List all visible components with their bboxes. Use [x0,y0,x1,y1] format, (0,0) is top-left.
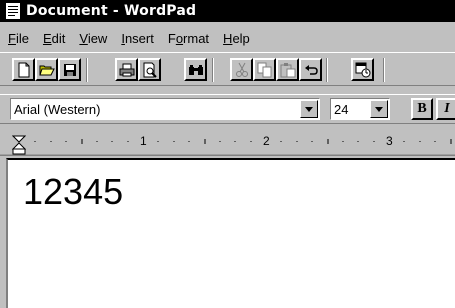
find-button[interactable] [184,58,207,81]
ruler-label-1: 1 [140,134,147,148]
wordpad-window: Document - WordPad File Edit View Insert… [0,0,455,308]
copy-icon [257,62,271,77]
toolbar-separator [212,58,214,82]
toolbar-separator [383,58,385,82]
font-size-value: 24 [334,101,349,117]
undo-button[interactable] [299,58,322,81]
bold-button[interactable]: B [411,98,433,120]
menu-help[interactable]: Help [215,31,256,46]
undo-icon [304,64,318,75]
ruler-label-2: 2 [263,134,270,148]
menu-bar: File Edit View Insert Format Help [0,28,455,48]
save-icon [63,63,76,76]
indent-marker-icon[interactable] [12,130,26,156]
ruler: 1 2 3 [0,130,455,156]
font-name-value: Arial (Western) [14,101,101,117]
font-name-combo[interactable]: Arial (Western) [10,98,320,120]
print-button[interactable] [115,58,138,81]
chevron-down-icon [375,106,383,112]
size-dropdown-button[interactable] [370,100,388,118]
toolbar-separator [86,58,88,82]
title-bar[interactable]: Document - WordPad [0,0,455,22]
font-dropdown-button[interactable] [300,100,318,118]
find-icon [188,64,203,75]
paste-button[interactable] [276,58,299,81]
date-time-icon [355,62,370,77]
document-area[interactable]: 12345 [6,158,455,308]
menu-file[interactable]: File [0,31,35,46]
format-toolbar: Arial (Western) 24 B I [0,94,455,124]
menu-insert[interactable]: Insert [113,31,160,46]
cut-button[interactable] [230,58,253,81]
print-preview-button[interactable] [138,58,161,81]
toolbar-separator [326,58,328,82]
italic-button[interactable]: I [436,98,455,120]
menu-view[interactable]: View [71,31,113,46]
window-title: Document - WordPad [26,3,197,19]
cut-icon [235,62,248,77]
font-size-combo[interactable]: 24 [330,98,390,120]
open-button[interactable] [35,58,58,81]
ruler-label-3: 3 [386,134,393,148]
paste-icon [280,62,295,77]
save-button[interactable] [58,58,81,81]
print-preview-icon [143,62,157,78]
standard-toolbar [0,52,455,86]
chevron-down-icon [305,106,313,112]
open-icon [38,65,55,75]
wordpad-icon [6,3,20,19]
menu-edit[interactable]: Edit [35,31,71,46]
copy-button[interactable] [253,58,276,81]
document-text[interactable]: 12345 [23,172,123,212]
menu-format[interactable]: Format [160,31,215,46]
new-icon [18,62,29,77]
date-time-button[interactable] [351,58,374,81]
new-button[interactable] [12,58,35,81]
print-icon [119,63,134,76]
